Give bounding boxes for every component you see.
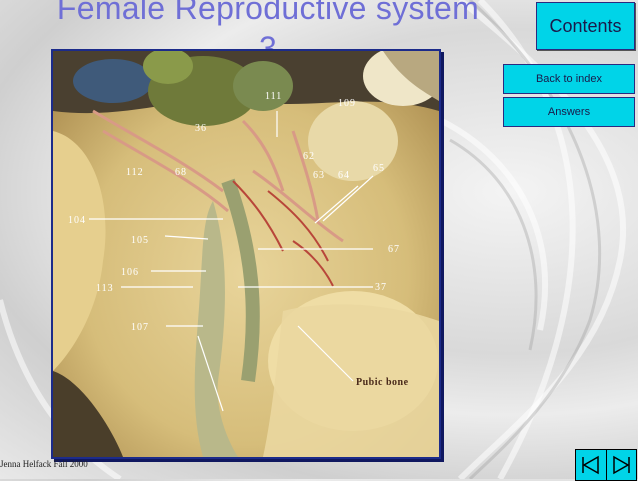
label-111: 111	[265, 91, 282, 102]
label-62: 62	[303, 151, 315, 162]
specimen-photo: 111 109 36 62 112 68 63 64 65 104 105 67…	[53, 51, 439, 457]
label-68: 68	[175, 167, 187, 178]
label-pubic-bone: Pubic bone	[356, 377, 409, 388]
label-65: 65	[373, 163, 385, 174]
label-64: 64	[338, 170, 350, 181]
label-63: 63	[313, 170, 325, 181]
label-36: 36	[195, 123, 207, 134]
navigation-buttons	[575, 449, 637, 481]
previous-button[interactable]	[576, 450, 607, 480]
label-107: 107	[131, 322, 149, 333]
label-67: 67	[388, 244, 400, 255]
back-to-index-button[interactable]: Back to index	[503, 64, 635, 94]
prev-icon	[582, 455, 599, 475]
title-line-1: Female Reproductive system	[56, 0, 480, 26]
next-icon	[613, 455, 630, 475]
label-113: 113	[96, 283, 114, 294]
author-credit: Jenna Helfack Fall 2000	[0, 459, 88, 469]
answers-button[interactable]: Answers	[503, 97, 635, 127]
label-105: 105	[131, 235, 149, 246]
label-112: 112	[126, 167, 144, 178]
label-106: 106	[121, 267, 139, 278]
label-37: 37	[375, 282, 387, 293]
contents-button[interactable]: Contents	[536, 2, 635, 50]
next-button[interactable]	[607, 450, 637, 480]
specimen-photo-frame: 111 109 36 62 112 68 63 64 65 104 105 67…	[51, 49, 441, 459]
label-109: 109	[338, 98, 356, 109]
label-104: 104	[68, 215, 86, 226]
